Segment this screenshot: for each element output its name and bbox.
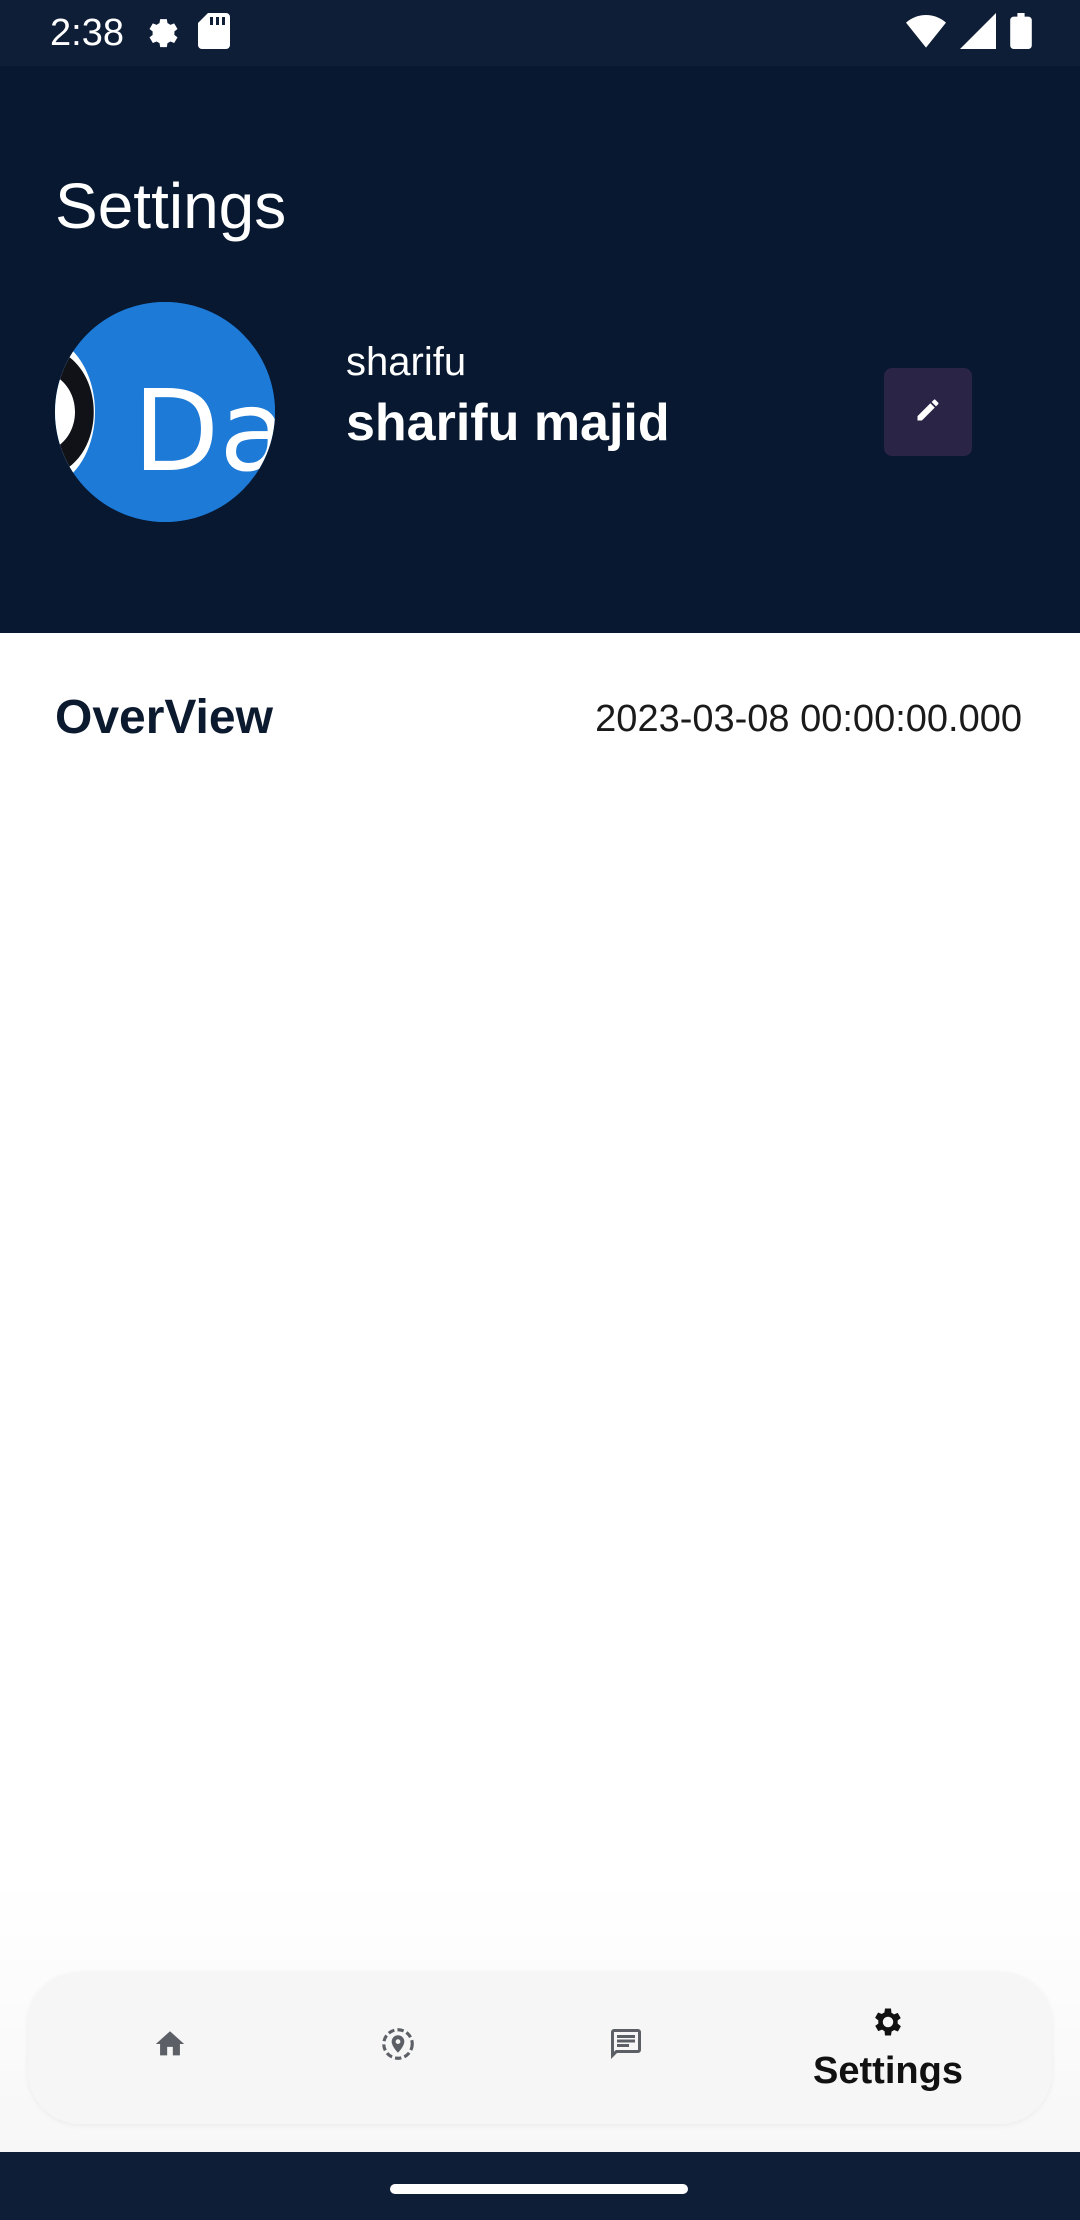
nav-item-chat[interactable] bbox=[556, 1972, 696, 2124]
status-bar: 2:38 bbox=[0, 0, 1080, 66]
nav-item-home[interactable] bbox=[100, 1972, 240, 2124]
pencil-icon bbox=[914, 396, 942, 429]
avatar-logo-image: Dala bbox=[55, 302, 275, 522]
page-title: Settings bbox=[55, 170, 287, 242]
battery-icon bbox=[1010, 12, 1032, 54]
nav-item-label: Settings bbox=[813, 2049, 963, 2092]
system-navigation-bar bbox=[0, 2152, 1080, 2220]
status-right-icons bbox=[906, 12, 1032, 54]
nav-item-settings[interactable]: Settings bbox=[768, 1972, 1008, 2124]
sd-card-icon bbox=[198, 12, 230, 54]
avatar[interactable]: Dala bbox=[55, 302, 275, 522]
bottom-navigation: Settings bbox=[28, 1972, 1052, 2124]
settings-screen: 2:38 Settings Da sharifu sharifu majid O… bbox=[0, 0, 1080, 2220]
edit-profile-button[interactable] bbox=[884, 368, 972, 456]
settings-gear-icon bbox=[140, 11, 180, 56]
full-name: sharifu majid bbox=[346, 394, 670, 452]
home-indicator[interactable] bbox=[390, 2184, 688, 2194]
home-icon bbox=[153, 2027, 187, 2066]
status-time: 2:38 bbox=[50, 12, 124, 54]
location-icon bbox=[379, 2025, 417, 2068]
avatar-text: Dala bbox=[133, 367, 275, 497]
overview-date: 2023-03-08 00:00:00.000 bbox=[595, 698, 1022, 740]
signal-icon bbox=[960, 12, 996, 54]
nav-item-location[interactable] bbox=[328, 1972, 468, 2124]
profile-header: Settings Dala sharifu sharifu majid bbox=[0, 66, 1080, 633]
username: sharifu bbox=[346, 340, 467, 384]
wifi-icon bbox=[906, 14, 946, 53]
overview-title: OverView bbox=[55, 691, 273, 744]
chat-icon bbox=[608, 2026, 644, 2067]
status-left-icons bbox=[140, 12, 230, 54]
gear-icon bbox=[870, 2004, 906, 2045]
